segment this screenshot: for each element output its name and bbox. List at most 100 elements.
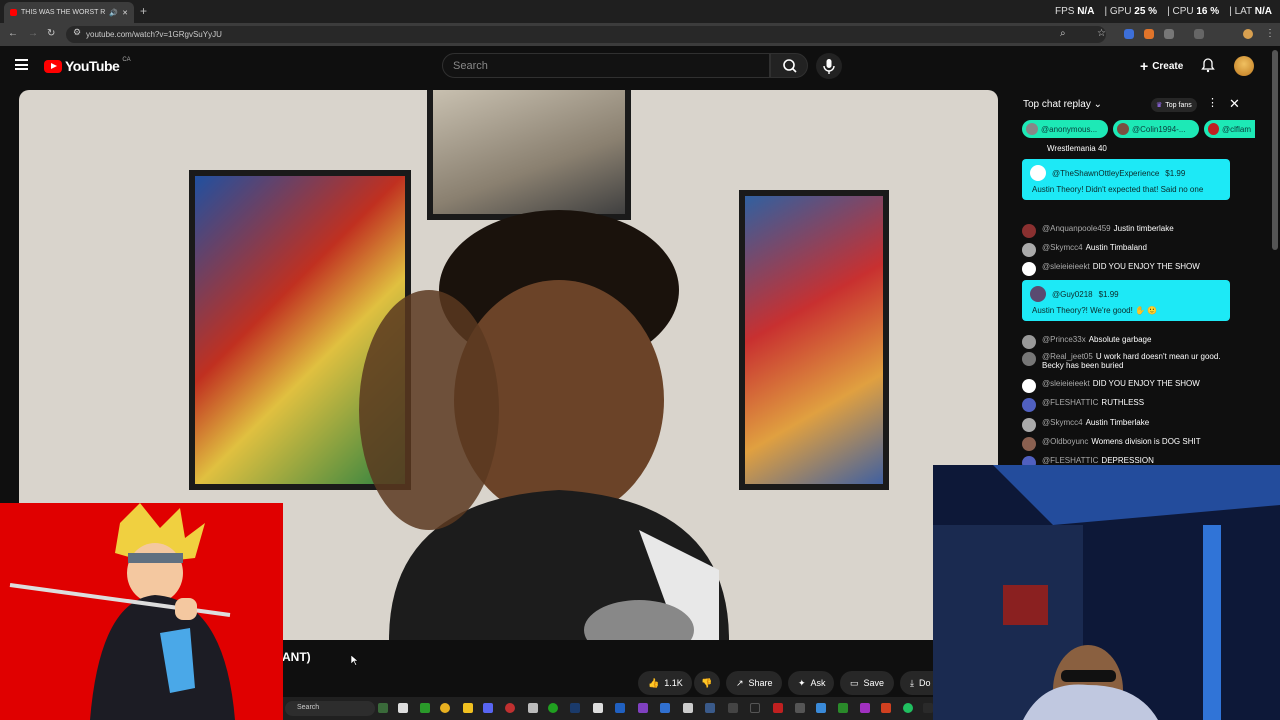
avatar — [1022, 379, 1036, 393]
top-fans-button[interactable]: ♛ Top fans — [1151, 98, 1197, 112]
taskbar-app-icon[interactable] — [378, 703, 388, 713]
back-icon[interactable]: ← — [8, 28, 18, 39]
fan-chip[interactable]: @clflam — [1204, 120, 1255, 138]
taskbar-app-icon[interactable] — [750, 703, 760, 713]
taskbar-app-icon[interactable] — [705, 703, 715, 713]
browser-tab[interactable]: THIS WAS THE WORST RAW 🔊 ✕ — [4, 2, 134, 23]
taskbar-app-icon[interactable] — [838, 703, 848, 713]
tab-title: THIS WAS THE WORST RAW — [21, 9, 106, 16]
video-subject — [359, 210, 729, 640]
taskbar-app-icon[interactable] — [615, 703, 625, 713]
gpu-label: GPU — [1109, 6, 1132, 17]
xbox-icon[interactable] — [548, 703, 558, 713]
hamburger-menu-icon[interactable] — [15, 59, 28, 70]
avatar — [1022, 335, 1036, 349]
sparkle-icon: ✦ — [798, 677, 806, 688]
save-button[interactable]: ▭ Save — [840, 671, 894, 695]
tab-close-icon[interactable]: ✕ — [122, 9, 128, 17]
taskbar-app-icon[interactable] — [683, 703, 693, 713]
taskbar-app-icon[interactable] — [398, 703, 408, 713]
taskbar-app-icon[interactable] — [795, 703, 805, 713]
taskbar-app-icon[interactable] — [660, 703, 670, 713]
youtube-header: YouTube CA Search + Create — [0, 46, 1280, 86]
taskbar-app-icon[interactable] — [505, 703, 515, 713]
taskbar-app-icon[interactable] — [728, 703, 738, 713]
message-author: @Skymcc4 — [1042, 418, 1083, 427]
page-scrollbar[interactable] — [1272, 50, 1278, 250]
avatar — [1022, 352, 1036, 366]
streamer-webcam — [933, 465, 1280, 720]
bookmark-star-icon[interactable]: ☆ — [1097, 28, 1106, 39]
taskbar-app-icon[interactable] — [773, 703, 783, 713]
spotify-icon[interactable] — [903, 703, 913, 713]
account-avatar[interactable] — [1234, 56, 1254, 76]
stream-overlay-character-art — [0, 503, 283, 720]
youtube-logo[interactable]: YouTube CA — [44, 57, 131, 74]
voice-search-button[interactable] — [816, 53, 842, 79]
discord-icon[interactable] — [483, 703, 493, 713]
chat-message: @sleieieieekt DID YOU ENJOY THE SHOW — [1022, 262, 1232, 276]
create-label: Create — [1152, 60, 1184, 72]
search-placeholder: Search — [453, 60, 488, 72]
profile-icon[interactable] — [1243, 29, 1253, 39]
taskbar-search[interactable]: Search — [285, 701, 375, 716]
more-options-icon[interactable]: ⋮ — [1207, 96, 1218, 109]
dislike-button[interactable]: 👎 — [694, 671, 720, 695]
reload-icon[interactable]: ↻ — [47, 28, 55, 39]
new-tab-icon[interactable]: + — [140, 4, 147, 18]
notifications-bell-icon[interactable] — [1200, 57, 1216, 73]
message-text: DID YOU ENJOY THE SHOW — [1092, 379, 1200, 388]
extensions-puzzle-icon[interactable] — [1164, 29, 1174, 39]
audio-icon[interactable]: 🔊 — [109, 9, 118, 17]
share-label: Share — [748, 678, 773, 688]
file-explorer-icon[interactable] — [463, 703, 473, 713]
webcam-image — [933, 465, 1280, 720]
share-button[interactable]: ↗ Share — [726, 671, 782, 695]
chat-title: Top chat replay — [1023, 99, 1091, 110]
taskbar-search-placeholder: Search — [297, 704, 320, 711]
chrome-icon[interactable] — [440, 703, 450, 713]
fan-chip[interactable]: @anonymous... — [1022, 120, 1108, 138]
fan-chip[interactable]: @Colin1994-... — [1113, 120, 1199, 138]
avatar — [1208, 123, 1219, 135]
url-text: youtube.com/watch?v=1GRgvSuYyJU — [86, 30, 222, 39]
browser-tab-bar: THIS WAS THE WORST RAW 🔊 ✕ + FPS N/A | G… — [0, 0, 1280, 23]
close-icon[interactable]: ✕ — [1229, 96, 1240, 112]
forward-icon[interactable]: → — [28, 28, 38, 39]
like-button[interactable]: 👍 1.1K — [638, 671, 692, 695]
taskbar-app-icon[interactable] — [816, 703, 826, 713]
search-button[interactable] — [770, 53, 808, 78]
message-author: @FLESHATTIC — [1042, 398, 1099, 407]
taskbar-app-icon[interactable] — [923, 703, 933, 713]
chat-mode-dropdown[interactable]: Top chat replay ⌄ — [1023, 99, 1102, 110]
taskbar-app-icon[interactable] — [860, 703, 870, 713]
site-info-icon[interactable]: ⚙ — [73, 27, 81, 38]
download-button[interactable]: ⤓ Do — [900, 671, 933, 695]
taskbar-app-icon[interactable] — [528, 703, 538, 713]
taskbar-app-icon[interactable] — [638, 703, 648, 713]
ask-button[interactable]: ✦ Ask — [788, 671, 834, 695]
taskbar-app-icon[interactable] — [881, 703, 891, 713]
avatar — [1022, 398, 1036, 412]
browser-menu-icon[interactable]: ⋮ — [1265, 28, 1275, 39]
taskbar-app-icon[interactable] — [420, 703, 430, 713]
chat-message-list: Wrestlemania 40 @TheShawnOttleyExperienc… — [1010, 142, 1250, 466]
extension-icon[interactable] — [1124, 29, 1134, 39]
create-button[interactable]: + Create — [1132, 55, 1191, 77]
search-input[interactable]: Search — [442, 53, 770, 78]
fan-chip-label: @anonymous... — [1041, 124, 1098, 134]
steam-icon[interactable] — [570, 703, 580, 713]
sidebar-icon[interactable] — [1194, 29, 1204, 39]
message-author: @FLESHATTIC — [1042, 456, 1099, 465]
address-bar[interactable]: youtube.com/watch?v=1GRgvSuYyJU — [66, 26, 1106, 43]
chat-replay-panel: Top chat replay ⌄ ♛ Top fans ⋮ ✕ @anonymo… — [1010, 90, 1255, 466]
super-chat-amount: $1.99 — [1098, 289, 1119, 299]
ask-label: Ask — [810, 678, 826, 688]
zoom-icon[interactable]: ⌕ — [1060, 28, 1066, 39]
message-text: Austin Timberlake — [1085, 418, 1150, 427]
avatar — [1022, 262, 1036, 276]
extension-icon[interactable] — [1144, 29, 1154, 39]
taskbar-app-icon[interactable] — [593, 703, 603, 713]
message-author: @sleieieieekt — [1042, 379, 1090, 388]
save-label: Save — [863, 678, 885, 688]
